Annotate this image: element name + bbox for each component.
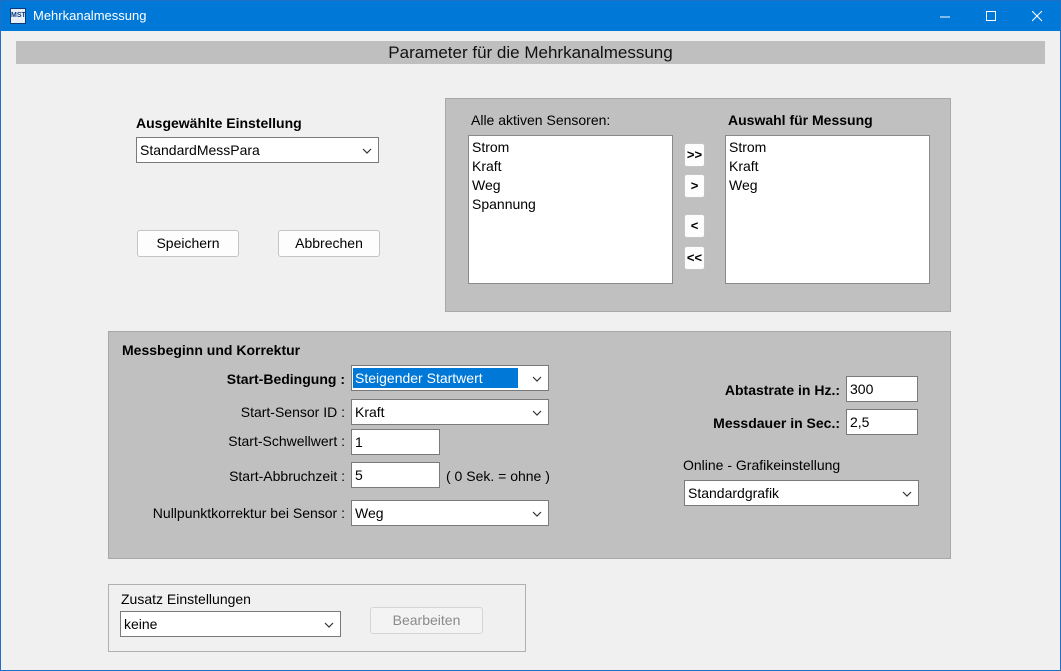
add-all-button[interactable]: >> xyxy=(684,143,705,167)
list-item[interactable]: Kraft xyxy=(472,157,669,176)
maximize-icon xyxy=(985,10,996,21)
main-window: MST Mehrkanalmessung Parameter für die M… xyxy=(0,0,1061,671)
zero-correction-select[interactable]: Weg xyxy=(351,500,549,526)
selected-sensors-list[interactable]: Strom Kraft Weg xyxy=(725,135,930,284)
minimize-button[interactable] xyxy=(922,1,968,31)
start-abort-label: Start-Abbruchzeit : xyxy=(229,468,345,484)
start-condition-select[interactable]: Steigender Startwert xyxy=(351,365,549,391)
maximize-button[interactable] xyxy=(968,1,1014,31)
chevron-down-icon xyxy=(532,376,542,382)
chevron-down-icon xyxy=(532,410,542,416)
close-button[interactable] xyxy=(1014,1,1060,31)
start-abort-hint: ( 0 Sek. = ohne ) xyxy=(446,468,550,484)
edit-button[interactable]: Bearbeiten xyxy=(370,607,483,634)
extra-settings-value: keine xyxy=(124,616,158,632)
selected-sensors-label: Auswahl für Messung xyxy=(728,112,873,128)
list-item[interactable]: Strom xyxy=(472,138,669,157)
page-title: Parameter für die Mehrkanalmessung xyxy=(16,41,1045,64)
list-item[interactable]: Strom xyxy=(729,138,926,157)
settings-label: Ausgewählte Einstellung xyxy=(136,115,302,131)
remove-button[interactable]: < xyxy=(684,214,705,238)
start-group-title: Messbeginn und Korrektur xyxy=(122,342,301,358)
list-item[interactable]: Weg xyxy=(729,176,926,195)
start-condition-label: Start-Bedingung : xyxy=(226,371,345,387)
window-title: Mehrkanalmessung xyxy=(33,8,147,23)
app-icon: MST xyxy=(10,8,26,24)
extra-settings-select[interactable]: keine xyxy=(120,611,341,637)
extra-settings-label: Zusatz Einstellungen xyxy=(121,591,251,607)
duration-input[interactable]: 2,5 xyxy=(846,409,918,435)
zero-correction-label: Nullpunktkorrektur bei Sensor : xyxy=(152,505,345,521)
settings-select[interactable]: StandardMessPara xyxy=(136,137,379,163)
active-sensors-label: Alle aktiven Sensoren: xyxy=(471,112,611,128)
cancel-button[interactable]: Abbrechen xyxy=(278,230,380,257)
list-item[interactable]: Kraft xyxy=(729,157,926,176)
title-bar[interactable]: MST Mehrkanalmessung xyxy=(1,1,1060,31)
settings-select-value: StandardMessPara xyxy=(140,142,260,158)
graphics-label: Online - Grafikeinstellung xyxy=(683,457,841,473)
list-item[interactable]: Spannung xyxy=(472,195,669,214)
active-sensors-list[interactable]: Strom Kraft Weg Spannung xyxy=(468,135,673,284)
chevron-down-icon xyxy=(362,148,372,154)
start-sensor-label: Start-Sensor ID : xyxy=(240,404,345,420)
minimize-icon xyxy=(939,16,950,17)
save-button[interactable]: Speichern xyxy=(137,230,239,257)
close-icon xyxy=(1031,10,1042,21)
graphics-select[interactable]: Standardgrafik xyxy=(684,480,919,506)
add-button[interactable]: > xyxy=(684,174,705,198)
sample-rate-input[interactable]: 300 xyxy=(846,376,918,402)
chevron-down-icon xyxy=(902,491,912,497)
start-sensor-select[interactable]: Kraft xyxy=(351,399,549,425)
start-condition-value: Steigender Startwert xyxy=(353,368,518,388)
graphics-value: Standardgrafik xyxy=(688,485,780,501)
start-threshold-input[interactable]: 1 xyxy=(351,429,440,455)
chevron-down-icon xyxy=(324,622,334,628)
start-threshold-label: Start-Schwellwert : xyxy=(228,433,345,449)
duration-label: Messdauer in Sec.: xyxy=(713,415,840,431)
sensor-panel: Alle aktiven Sensoren: Strom Kraft Weg S… xyxy=(445,98,951,312)
start-sensor-value: Kraft xyxy=(355,404,385,420)
start-abort-input[interactable]: 5 xyxy=(351,462,440,488)
list-item[interactable]: Weg xyxy=(472,176,669,195)
start-correction-panel: Messbeginn und Korrektur Start-Bedingung… xyxy=(108,331,951,559)
sample-rate-label: Abtastrate in Hz.: xyxy=(724,382,840,398)
extra-settings-group: Zusatz Einstellungen keine Bearbeiten xyxy=(108,584,526,652)
remove-all-button[interactable]: << xyxy=(684,246,705,270)
zero-correction-value: Weg xyxy=(355,505,384,521)
chevron-down-icon xyxy=(532,511,542,517)
